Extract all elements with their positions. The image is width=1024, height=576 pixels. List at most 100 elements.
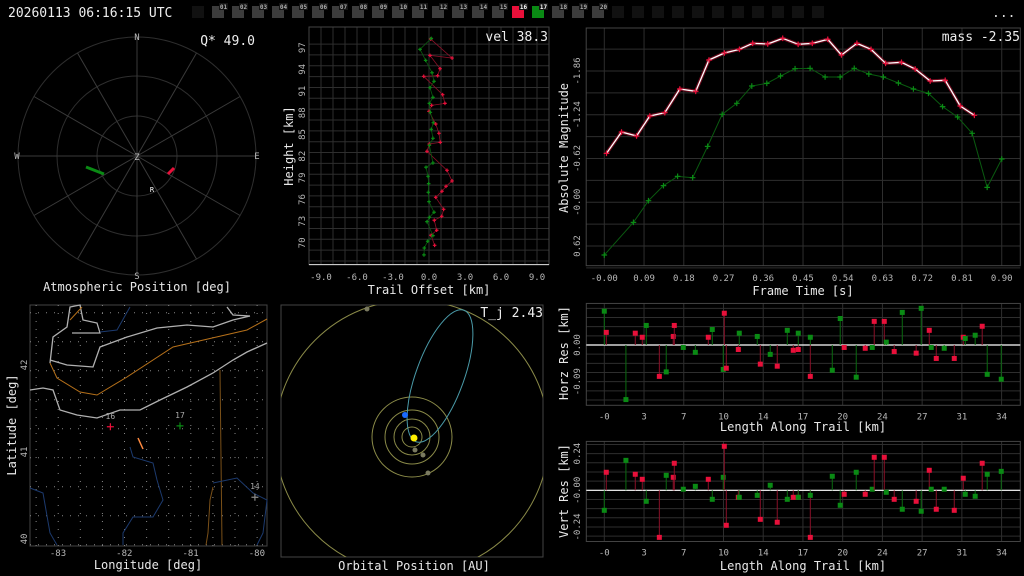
- menu-button[interactable]: ...: [992, 6, 1015, 21]
- station-toggle-07[interactable]: 07: [332, 3, 348, 18]
- x-tick-label: 0.0: [421, 273, 437, 283]
- y-tick-label: 0.24: [573, 443, 583, 465]
- station-toggle-08[interactable]: 08: [352, 3, 368, 18]
- x-tick-label: 10: [718, 548, 729, 558]
- station-toggle-14[interactable]: 14: [472, 3, 488, 18]
- residual-point: [998, 376, 1004, 382]
- x-tick-label: 24: [877, 412, 888, 422]
- height-profile-panel: vel 38.3 Trail Offset [km] Height [km] -…: [282, 26, 550, 297]
- x-tick-label: 0.36: [752, 274, 774, 284]
- residual-point: [754, 333, 760, 339]
- empty-slot: [652, 6, 664, 18]
- horizontal-residuals-panel: Length Along Trail [km] Horz Res [km] -0…: [557, 302, 1021, 434]
- plot-area: [585, 27, 1021, 269]
- series-17-point: [777, 73, 784, 79]
- residual-point: [754, 492, 760, 498]
- series-17-point: [822, 74, 828, 80]
- residual-point: [671, 460, 677, 466]
- planet-dot: [412, 447, 418, 453]
- orbit-area: [280, 304, 544, 558]
- y-tick-label: 94: [298, 64, 308, 75]
- empty-slot: [632, 6, 644, 18]
- y-tick-label: -1.24: [573, 101, 583, 128]
- residual-point: [795, 330, 801, 336]
- vertical-residuals-panel: Length Along Trail [km] Vert Res [km] -0…: [557, 440, 1021, 573]
- station-toggle-05[interactable]: 05: [292, 3, 308, 18]
- station-toggle-19[interactable]: 19: [572, 3, 588, 18]
- plot-area: [585, 302, 1021, 406]
- q-star-stat: Q* 49.0: [200, 34, 255, 49]
- station-label: 03: [260, 4, 268, 11]
- station-toggle-04[interactable]: 04: [272, 3, 288, 18]
- series-17-point: [851, 65, 858, 72]
- residual-point: [795, 346, 801, 352]
- residual-point: [603, 329, 609, 335]
- station-toggle-06[interactable]: 06: [312, 3, 328, 18]
- azimuth-spoke: [136, 52, 197, 157]
- station-label: 08: [360, 4, 368, 11]
- velocity-stat: vel 38.3: [485, 30, 548, 45]
- x-tick-label: 27: [917, 412, 928, 422]
- residual-point: [767, 351, 773, 357]
- azimuth-spoke: [33, 96, 138, 157]
- x-tick-label: 27: [917, 548, 928, 558]
- station-label: 12: [440, 4, 448, 11]
- x-tick-label: -0.00: [591, 274, 618, 284]
- residual-point: [862, 345, 868, 351]
- y-tick-label: 88: [298, 107, 308, 118]
- station-toggle-18[interactable]: 18: [552, 3, 568, 18]
- station-toggle-13[interactable]: 13: [452, 3, 468, 18]
- residual-point: [680, 486, 686, 492]
- mass-stat: mass -2.35: [942, 30, 1020, 45]
- x-tick-label: 34: [996, 412, 1007, 422]
- series-17-point: [422, 246, 427, 250]
- residual-point: [979, 460, 985, 466]
- series-16-fit-shadow: [605, 36, 976, 155]
- x-tick-label: 7: [681, 548, 686, 558]
- station-toggle-16[interactable]: 16: [512, 3, 528, 18]
- station-toggle-10[interactable]: 10: [392, 3, 408, 18]
- residual-point: [951, 355, 957, 361]
- station-toggle-17[interactable]: 17: [532, 3, 548, 18]
- planet-dot: [420, 452, 426, 458]
- residual-point: [913, 498, 919, 504]
- station-toggle-20[interactable]: 20: [592, 3, 608, 18]
- station-toggle-11[interactable]: 11: [412, 3, 428, 18]
- residual-point: [941, 345, 947, 351]
- lon-tick-label: -83: [50, 549, 66, 559]
- hres-ylabel: Horz Res [km]: [557, 306, 571, 400]
- station-toggle-02[interactable]: 02: [232, 3, 248, 18]
- residual-point: [979, 323, 985, 329]
- station-toggle-15[interactable]: 15: [492, 3, 508, 18]
- residual-point: [790, 494, 796, 500]
- residual-point: [829, 473, 835, 479]
- y-tick-label: 0.62: [573, 235, 583, 257]
- series-17-point: [427, 199, 431, 204]
- residual-point: [928, 344, 934, 350]
- residual-point: [632, 471, 638, 477]
- series-17-point: [431, 161, 435, 165]
- lat-tick-label: 41: [20, 447, 30, 458]
- y-tick-label: -0.24: [573, 513, 583, 540]
- residual-point: [926, 327, 932, 333]
- residual-point: [723, 365, 729, 371]
- empty-slot: [752, 6, 764, 18]
- station-17-track: [85, 165, 105, 176]
- residual-point: [723, 522, 729, 528]
- residual-point: [829, 367, 835, 373]
- station-toggle-01[interactable]: 01: [212, 3, 228, 18]
- residual-point: [663, 472, 669, 478]
- series-17-point: [807, 65, 813, 72]
- azimuth-spoke: [136, 96, 241, 157]
- empty-slot: [772, 6, 784, 18]
- station-toggle-09[interactable]: 09: [372, 3, 388, 18]
- mag-xlabel: Frame Time [s]: [752, 284, 853, 298]
- station-label: 19: [580, 4, 588, 11]
- residual-point: [656, 534, 662, 540]
- residual-point: [951, 507, 957, 513]
- residual-point: [869, 344, 875, 350]
- station-toggle-03[interactable]: 03: [252, 3, 268, 18]
- station-toggle-12[interactable]: 12: [432, 3, 448, 18]
- x-tick-label: -0: [599, 412, 610, 422]
- x-tick-label: -0: [599, 548, 610, 558]
